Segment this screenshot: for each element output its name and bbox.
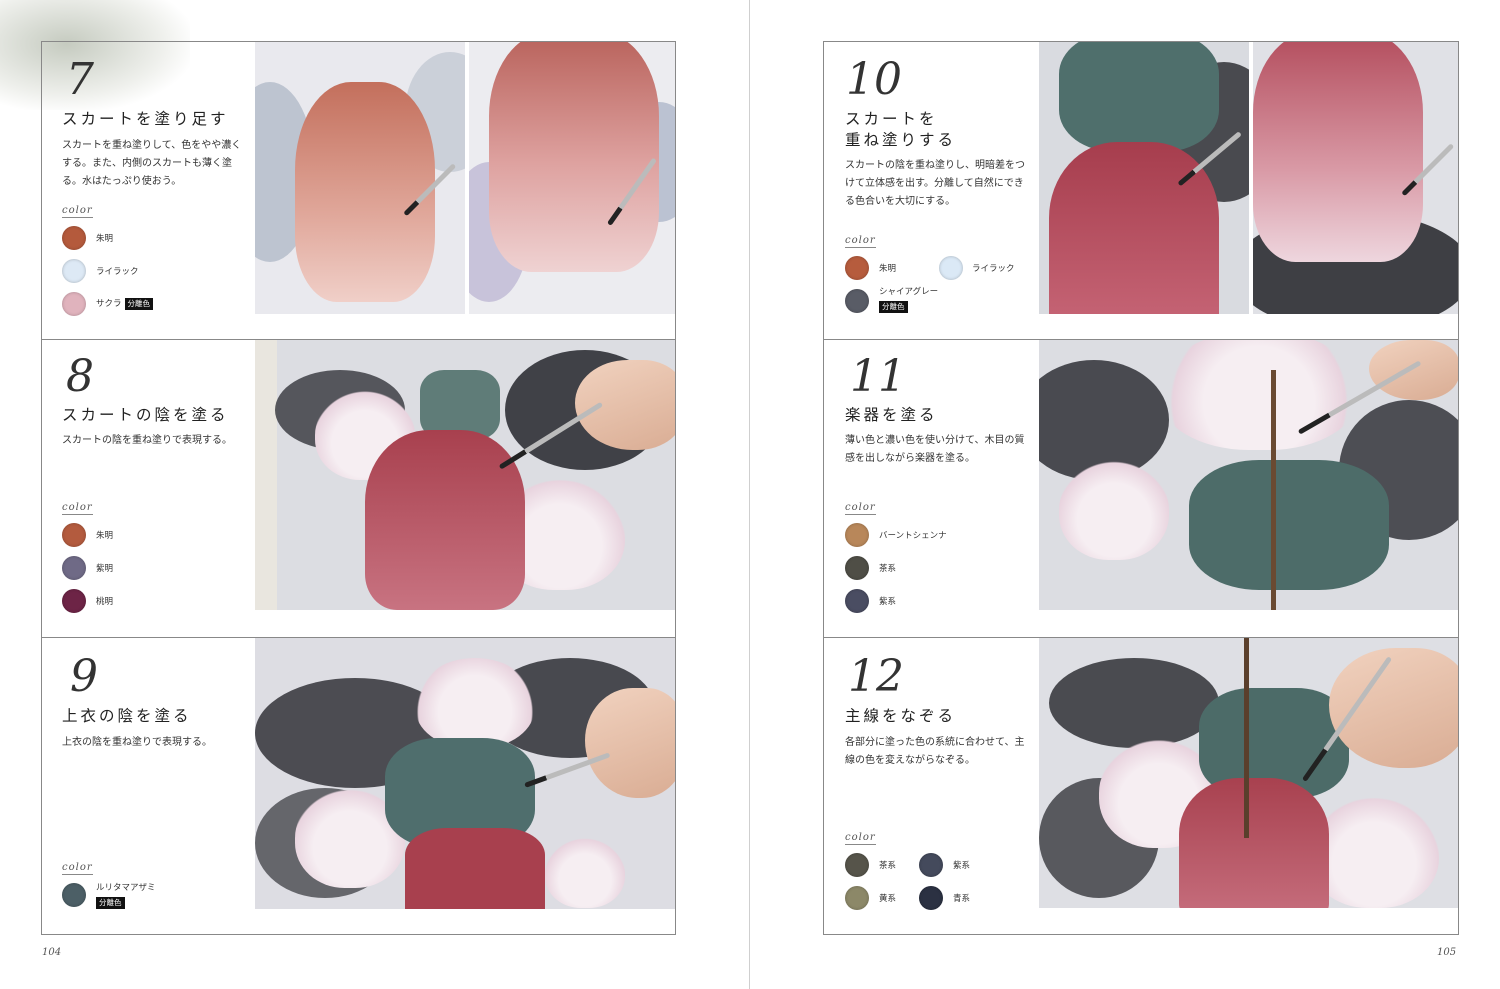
- bodice: [1189, 460, 1389, 590]
- skirt-painting: [365, 430, 525, 610]
- skirt-painting: [295, 82, 435, 302]
- step-photo: [1039, 340, 1458, 610]
- color-name: シャイアグレー: [879, 287, 939, 297]
- color-name: バーントシェンナ: [879, 531, 947, 541]
- color-name: 紫明: [96, 564, 114, 574]
- color-swatch: [845, 523, 869, 547]
- paper-edge: [255, 340, 277, 610]
- step-description: スカートの陰を重ね塗りし、明暗差をつけて立体感を出す。分離して自然にできる色合い…: [845, 160, 1025, 207]
- step-photo: [1039, 42, 1249, 314]
- color-name: 青系: [953, 894, 971, 904]
- color-swatch: [919, 853, 943, 877]
- color-label: color: [845, 235, 876, 248]
- skirt-painting: [1253, 42, 1423, 262]
- color-name: 桃明: [96, 597, 114, 607]
- step-number: 10: [846, 54, 902, 105]
- skirt-painting: [405, 828, 545, 909]
- skirt-painting: [489, 42, 659, 272]
- frame-line: [41, 934, 675, 935]
- step-photo: [1253, 42, 1458, 314]
- color-swatch: [845, 853, 869, 877]
- color-swatch: [62, 589, 86, 613]
- step-number: 7: [66, 54, 94, 105]
- color-name: 朱明: [96, 234, 114, 244]
- color-swatch: [845, 589, 869, 613]
- color-swatch: [62, 556, 86, 580]
- frame-line: [1458, 41, 1459, 935]
- frame-line: [823, 41, 824, 935]
- step-description: 上衣の陰を重ね塗りで表現する。: [62, 737, 212, 748]
- step-number: 8: [66, 351, 94, 402]
- step-description: 薄い色と濃い色を使い分けて、木目の質感を出しながら楽器を塗る。: [845, 435, 1025, 464]
- color-name: 茶系: [879, 861, 897, 871]
- step-photo: [1039, 638, 1458, 908]
- frame-line: [823, 934, 1459, 935]
- color-name: 紫系: [953, 861, 971, 871]
- color-name: ルリタマアザミ: [96, 883, 156, 893]
- color-name: ライラック: [96, 267, 139, 277]
- step-title: 楽器を塗る: [845, 406, 938, 424]
- bodice: [1059, 42, 1219, 152]
- color-name: ライラック: [972, 264, 1015, 274]
- separation-badge: 分離色: [124, 298, 154, 310]
- skirt-painting: [1179, 778, 1329, 908]
- step-photo: [255, 42, 465, 314]
- color-name: 黄系: [879, 894, 897, 904]
- step-number: 11: [850, 351, 906, 402]
- color-swatch: [919, 886, 943, 910]
- lotus-flower: [545, 838, 625, 908]
- color-swatch: [62, 883, 86, 907]
- color-label: color: [845, 502, 876, 515]
- color-swatch: [845, 556, 869, 580]
- color-swatch: [845, 886, 869, 910]
- step-title-line1: スカートを: [845, 110, 938, 128]
- erhu-neck: [1244, 638, 1249, 838]
- frame-line: [41, 41, 42, 935]
- step-title: 主線をなぞる: [845, 707, 957, 725]
- ink-blot: [1049, 658, 1219, 748]
- step-photo: [255, 638, 675, 909]
- page-gutter: [749, 0, 750, 989]
- color-name: 茶系: [879, 564, 897, 574]
- color-label: color: [62, 502, 93, 515]
- separation-badge: 分離色: [96, 897, 125, 909]
- color-name-with-badge: サクラ 分離色: [96, 298, 154, 310]
- color-swatch: [62, 259, 86, 283]
- erhu-neck: [1271, 370, 1276, 610]
- color-name: 朱明: [879, 264, 897, 274]
- color-label: color: [845, 832, 876, 845]
- step-description: 各部分に塗った色の系統に合わせて、主線の色を変えながらなぞる。: [845, 737, 1025, 766]
- hand: [585, 688, 675, 798]
- page-number-left: 104: [42, 947, 62, 958]
- separation-badge: 分離色: [879, 301, 908, 313]
- step-title: スカートを塗り足す: [62, 110, 229, 128]
- lotus-flower: [1159, 340, 1359, 450]
- color-label: color: [62, 205, 93, 218]
- step-title: スカートの陰を塗る: [62, 406, 229, 424]
- step-photo: [255, 340, 675, 610]
- watercolor-wash-decoration: [0, 0, 190, 110]
- lotus-flower: [1059, 460, 1169, 560]
- color-swatch: [62, 292, 86, 316]
- page-number-right: 105: [1437, 947, 1457, 958]
- color-swatch: [845, 289, 869, 313]
- step-number: 9: [70, 651, 98, 702]
- color-swatch: [845, 256, 869, 280]
- color-swatch: [62, 523, 86, 547]
- step-photo: [469, 42, 675, 314]
- color-swatch: [62, 226, 86, 250]
- color-name: 朱明: [96, 531, 114, 541]
- step-description: スカートを重ね塗りして、色をやや濃くする。また、内側のスカートも薄く塗る。水はた…: [62, 140, 242, 187]
- color-swatch: [939, 256, 963, 280]
- color-name: 紫系: [879, 597, 897, 607]
- frame-line: [675, 41, 676, 935]
- color-name: サクラ: [96, 299, 122, 309]
- lotus-flower: [415, 658, 535, 748]
- step-description: スカートの陰を重ね塗りで表現する。: [62, 435, 232, 446]
- color-label: color: [62, 862, 93, 875]
- step-number: 12: [848, 651, 904, 702]
- step-title: 上衣の陰を塗る: [62, 707, 192, 725]
- hand: [1369, 340, 1458, 400]
- step-title-line2: 重ね塗りする: [845, 131, 957, 149]
